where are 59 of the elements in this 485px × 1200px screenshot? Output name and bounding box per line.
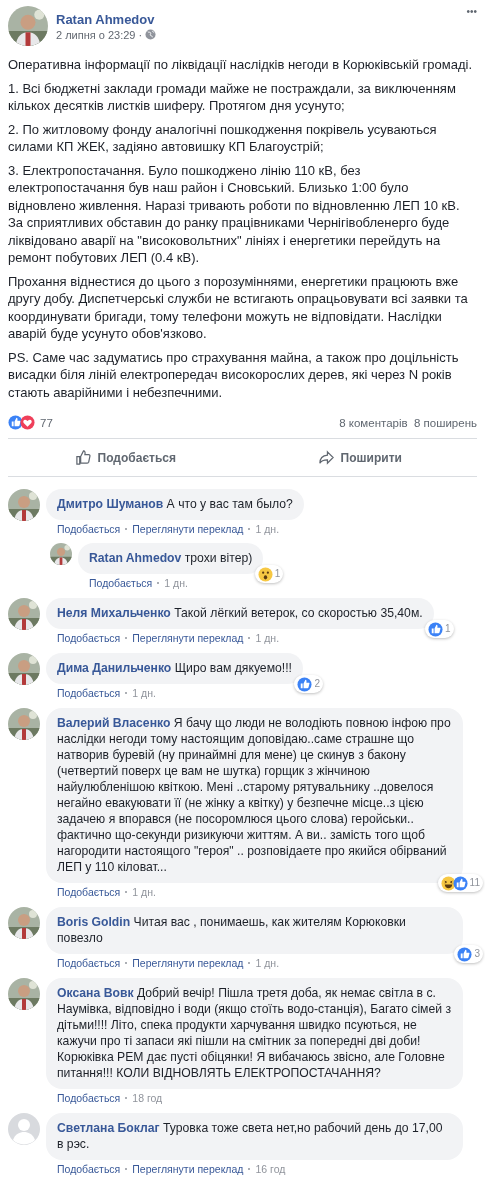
comment-text: Дмитро Шуманов А что у вас там было? bbox=[57, 497, 293, 511]
post-paragraph: PS. Саме час задуматись про страхування майна, а також про доцільність висадки біля ліній електропередач високорослих дерев, які через N років стають аварійними і небезпечними. bbox=[8, 348, 460, 401]
like-reaction-icon bbox=[457, 946, 473, 962]
comment-time[interactable]: 1 дн. bbox=[132, 687, 156, 699]
post-paragraph: 1. Всі бюджетні заклади громади майже не постраждали, за виключенням кількох десятків листків шиферу. Протягом дня усунуто; bbox=[8, 79, 457, 115]
comment-time[interactable]: 1 дн. bbox=[255, 523, 280, 535]
comment-time[interactable]: 18 год bbox=[132, 1092, 163, 1104]
post-time[interactable]: 2 липня о 23:29 · bbox=[56, 28, 143, 41]
reaction-count[interactable]: 1 bbox=[425, 620, 454, 638]
comment-link[interactable]: Подобається bbox=[57, 523, 121, 535]
heart-reaction-icon bbox=[20, 415, 35, 430]
comment-link[interactable]: Подобається bbox=[57, 1092, 121, 1104]
comment-text: Светлана Боклаг Туровка тоже света нет,но рабочий день до 17,00 в рэс. bbox=[57, 1121, 443, 1151]
comment-link[interactable]: Переглянути переклад bbox=[132, 957, 244, 969]
comment-link[interactable]: Переглянути переклад bbox=[132, 1163, 244, 1175]
comment-text: Дима Данильченко Щиро вам дякуемо!!! bbox=[57, 661, 292, 675]
comment-link[interactable]: Подобається bbox=[57, 632, 121, 644]
comment-time[interactable]: 16 год bbox=[255, 1163, 286, 1175]
like-reaction-icon bbox=[297, 676, 313, 692]
like-button[interactable]: Подобається bbox=[8, 443, 243, 472]
comment-link[interactable]: Подобається bbox=[57, 687, 121, 699]
comment-text: Валерий Власенко Я бачу що люди не володіють повною інфою про наслідки негоди тому настоящим доповідаю..саме страшне що натворив буревій (ну принаймні для мене) це скинув з бакону (четвертий поверх це вам не шутка) горщик з жінчиною найулюбленішою квіткою. Мені ..старому рятувальнику ..довелося негайно евакуювати її (не жінку а квітку) у безпечне місце..з цією задачею я впорався (не посоромлюся цього слова) геройськи.. фактично що-секунди ризикуючи життям. А ви.. замість того щоб нагородити настоящого "героя" .. розповідаете про якийся обірваний ЛЕП у 110 кіловат... bbox=[57, 716, 451, 874]
default-avatar-icon bbox=[8, 1113, 40, 1145]
laughing-reaction-icon bbox=[440, 875, 456, 891]
reaction-count[interactable]: 2 bbox=[294, 675, 323, 693]
author-name[interactable]: Ratan Ahmedov bbox=[56, 11, 459, 27]
comment-text: Оксана Вовк Добрий вечір! Пішла третя доба, як немає світла в с. Наумівка, відповідно і води (якщо стоїть водо-станція), Багато сімей з дітьми!!!! Літо, спека продукти харчування швидко псуються, не кажучи про ті запаси які пішли на смітник за попередні дві доби! Корюківка РЕМ дає пусті обіцянки! Я вибачаюсь звісно, але Головне питання!!! КОЛИ ВІДНОВЛЯТЬ ЕЛЕКТРОПОСТАЧАННЯ? bbox=[57, 986, 452, 1080]
reaction-count[interactable]: 11 bbox=[437, 874, 483, 892]
post-paragraph: 2. По житловому фонду аналогічні пошкодження покрівель усуваються силами КП ЖЕК, задіяно автовишку КП Благоустрій; bbox=[8, 120, 438, 156]
share-button[interactable]: Поширити bbox=[242, 443, 477, 472]
comment-link[interactable]: Подобається bbox=[57, 886, 121, 898]
comment-link[interactable]: Подобається bbox=[57, 957, 121, 969]
comment-text: Boris Goldin Читая вас , понимаешь, как жителям Корюковки повезло bbox=[57, 915, 406, 945]
comment-link[interactable]: Подобається bbox=[57, 1163, 121, 1175]
comment-time[interactable]: 1 дн. bbox=[164, 577, 188, 589]
share-arrow-icon bbox=[317, 449, 335, 466]
reaction-count[interactable]: 1 bbox=[254, 565, 284, 583]
comment-text: Ratan Ahmedov трохи вітер) bbox=[89, 551, 253, 565]
surprised-reaction-icon bbox=[257, 566, 273, 582]
comment-text: Неля Михальченко Такой лёгкий ветерок, со скоростью 35,40м. bbox=[57, 606, 423, 620]
more-options-icon[interactable]: ••• bbox=[466, 6, 477, 17]
like-reaction-icon bbox=[428, 621, 444, 637]
post-paragraph: 3. Електропостачання. Було пошкоджено лінію 110 кВ, без електропостачання був наш район і Сновський. Близько 1:00 було відновлено живлення. Наразі тривають роботи по відновленню ЛЕП 10 кВ. За сприятливих обставин до ранку працівниками Чернігівобленерго буде ліквідовано аварії на "високовольтних" лініях і енергетики перейдуть на ремонт побутових ЛЕП (0.4 кВ). bbox=[8, 161, 461, 267]
comment-link[interactable]: Переглянути переклад bbox=[132, 523, 244, 535]
comment-time[interactable]: 1 дн. bbox=[255, 957, 280, 969]
thumbs-up-icon bbox=[74, 449, 92, 466]
globe-icon bbox=[145, 29, 157, 40]
comment-link[interactable]: Подобається bbox=[89, 577, 153, 589]
comment-link[interactable]: Переглянути переклад bbox=[132, 632, 244, 644]
reactions-icon[interactable] bbox=[8, 415, 35, 430]
comment-time[interactable]: 1 дн. bbox=[255, 632, 280, 644]
share-count[interactable]: 8 поширень bbox=[414, 416, 477, 429]
post-paragraph: Прохання віднестися до цього з порозуміннями, енергетики працюють вже другу добу. Диспетчерські служби не встигають опрацьовувати всі заявки та координувати бригади, тому телефони можуть не відповідати. Наслідки аварій буде усунуто обов'язково. bbox=[8, 272, 469, 343]
reaction-count[interactable]: 77 bbox=[40, 416, 53, 429]
comment-count[interactable]: 8 коментарів bbox=[339, 416, 408, 429]
comment-time[interactable]: 1 дн. bbox=[132, 886, 156, 898]
like-reaction-icon bbox=[452, 875, 468, 891]
post-paragraph: Оперативна інформації по ліквідації наслідків негоди в Корюківській громаді. bbox=[8, 56, 473, 74]
reaction-count[interactable]: 3 bbox=[454, 945, 483, 963]
